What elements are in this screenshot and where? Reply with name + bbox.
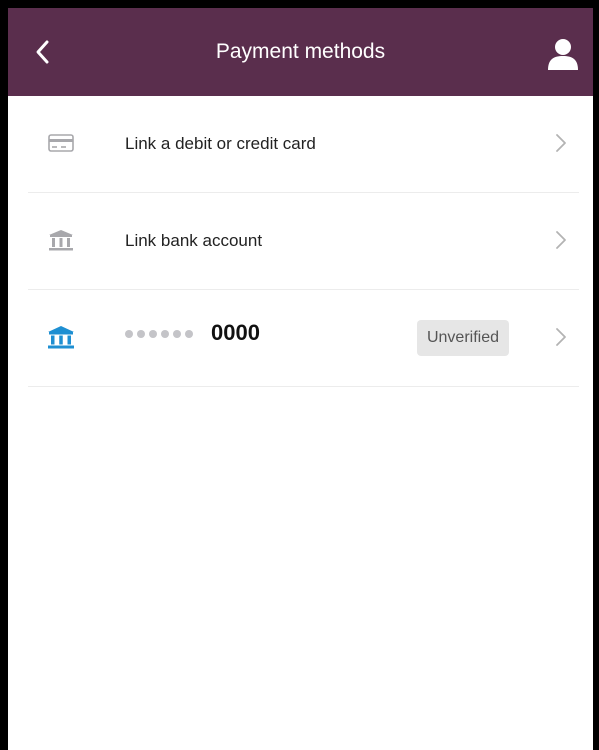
chevron-right-icon xyxy=(556,134,566,152)
masked-account-number: 0000 xyxy=(125,290,260,374)
chevron-right-icon xyxy=(556,231,566,249)
bank-account-row[interactable]: 0000 Unverified xyxy=(28,290,579,387)
page-title: Payment methods xyxy=(215,40,386,63)
profile-button[interactable] xyxy=(543,34,583,74)
back-button[interactable] xyxy=(22,30,62,74)
chevron-left-icon xyxy=(36,40,49,64)
chevron-right-icon xyxy=(556,328,566,346)
bank-icon xyxy=(46,324,76,350)
payment-methods-list: Link a debit or credit card Link bank ac… xyxy=(8,96,593,387)
link-bank-label: Link bank account xyxy=(125,231,263,250)
app-frame: Payment methods Link a debit or credit c… xyxy=(0,0,599,750)
status-badge: Unverified xyxy=(416,320,509,356)
link-card-label: Link a debit or credit card xyxy=(125,134,316,153)
user-icon xyxy=(548,39,578,70)
credit-card-icon xyxy=(46,130,76,156)
bank-icon xyxy=(46,227,76,253)
account-last4: 0000 xyxy=(211,320,260,346)
link-card-row[interactable]: Link a debit or credit card xyxy=(28,96,579,193)
masked-dots xyxy=(125,291,197,375)
app-header: Payment methods xyxy=(8,8,593,96)
link-bank-row[interactable]: Link bank account xyxy=(28,193,579,290)
